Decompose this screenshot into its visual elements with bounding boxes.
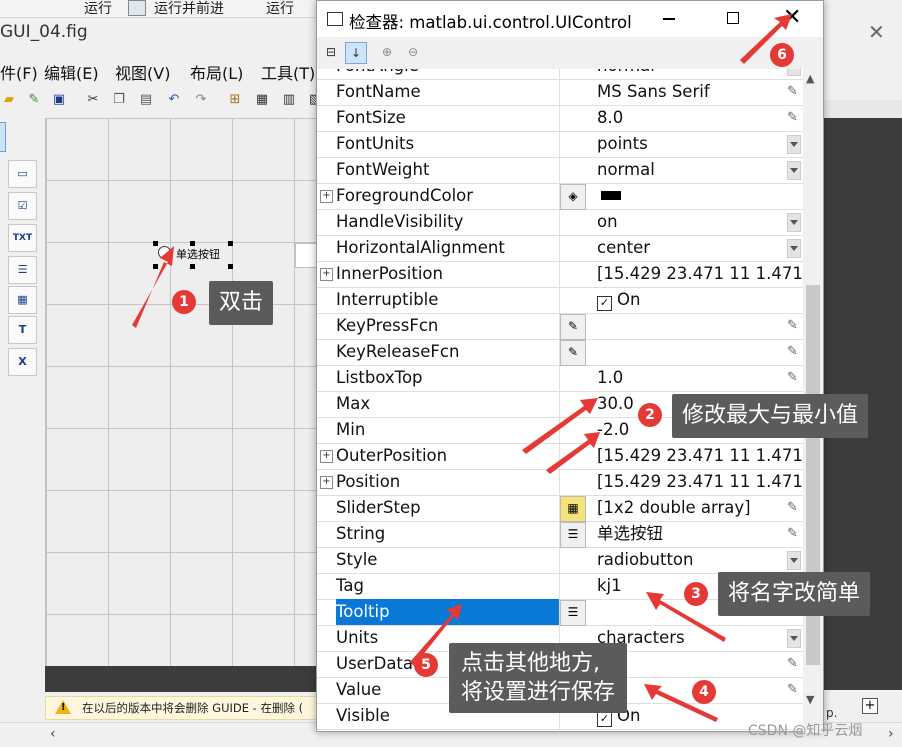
step-badge-4: 4 — [692, 680, 716, 704]
step-badge-3: 3 — [684, 582, 708, 606]
arrow-1 — [132, 246, 174, 328]
callout-5: 点击其他地方, 将设置进行保存 — [449, 643, 628, 713]
callout-1: 双击 — [209, 281, 274, 325]
arrow-2b — [546, 432, 600, 474]
callout-3: 将名字改简单 — [718, 572, 871, 616]
callout-2: 修改最大与最小值 — [672, 394, 869, 438]
step-badge-6: 6 — [770, 43, 794, 67]
annotation-arrows — [132, 14, 792, 722]
watermark: CSDN @知乎云烟 — [748, 723, 863, 739]
step-badge-5: 5 — [414, 653, 438, 677]
step-badge-1: 1 — [172, 290, 196, 314]
step-badge-2: 2 — [638, 403, 662, 427]
